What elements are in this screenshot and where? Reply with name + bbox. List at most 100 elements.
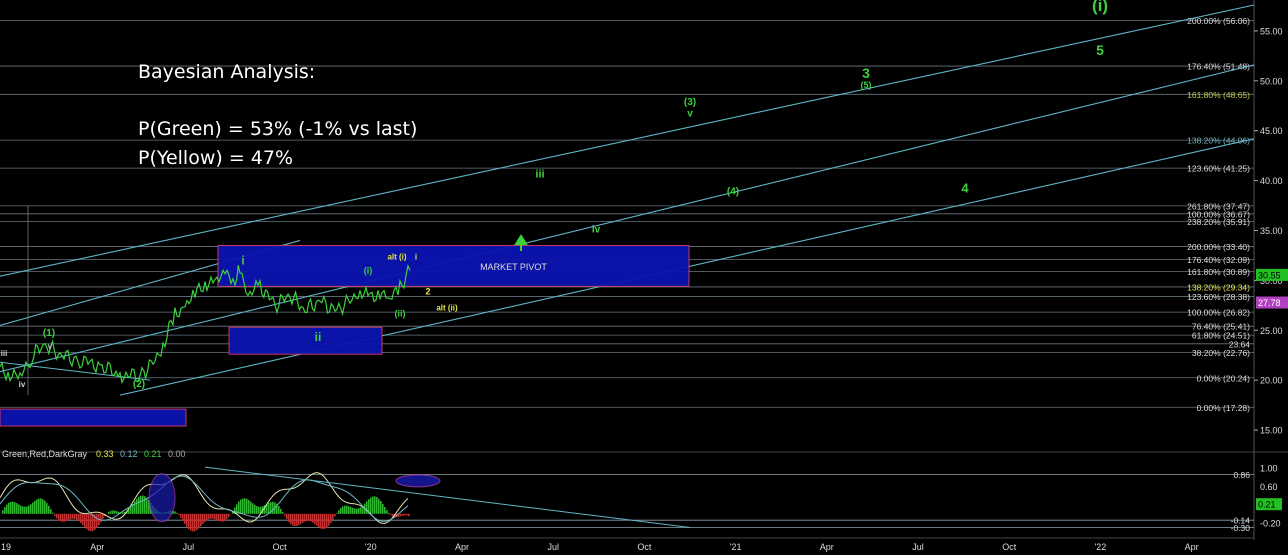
- histogram-bar: [292, 513, 294, 526]
- histogram-bar: [114, 510, 116, 514]
- fib-level-label: 138.20% (29.34): [1187, 282, 1250, 292]
- histogram-bar: [90, 513, 92, 532]
- histogram-bar: [312, 513, 314, 523]
- histogram-bar: [68, 513, 70, 520]
- histogram-bar: [10, 501, 12, 514]
- histogram-bar: [344, 505, 346, 514]
- indicator-value: 0.21: [1258, 500, 1276, 510]
- price-axis-label: 20.00: [1260, 376, 1283, 386]
- histogram-bar: [112, 510, 114, 514]
- histogram-bar: [110, 510, 112, 514]
- indicator-level-label: -0.30: [1231, 523, 1251, 533]
- histogram-bar: [58, 513, 60, 521]
- histogram-bar: [334, 513, 336, 517]
- fib-level-label: 100.00% (26.82): [1187, 308, 1250, 318]
- histogram-bar: [60, 513, 62, 522]
- time-axis-label: Apr: [820, 542, 834, 552]
- histogram-bar: [180, 513, 182, 518]
- histogram-bar: [146, 497, 148, 514]
- histogram-bar: [280, 508, 282, 514]
- green-probability: P(Green) = 53% (-1% vs last): [138, 118, 418, 140]
- histogram-bar: [406, 513, 408, 516]
- histogram-bar: [102, 513, 104, 520]
- fib-level-label: 0.00% (17.28): [1197, 403, 1251, 413]
- histogram-bar: [298, 513, 300, 526]
- histogram-bar: [18, 504, 20, 514]
- histogram-bar: [34, 500, 36, 514]
- histogram-bar: [296, 513, 298, 526]
- histogram-bar: [70, 513, 72, 520]
- histogram-bar: [348, 506, 350, 514]
- fib-level-label: 138.20% (44.06): [1187, 136, 1250, 146]
- histogram-bar: [46, 502, 48, 514]
- histogram-bar: [8, 502, 10, 514]
- fib-level-label: 123.60% (28.38): [1187, 292, 1250, 302]
- histogram-bar: [86, 513, 88, 530]
- histogram-bar: [328, 513, 330, 526]
- wave-label: (2): [133, 379, 145, 390]
- histogram-bar: [38, 498, 40, 514]
- histogram-bar: [122, 512, 124, 514]
- fib-level-label: 176.40% (32.09): [1187, 255, 1250, 265]
- histogram-bar: [306, 513, 308, 522]
- indicator-axis-label: 1.00: [1260, 464, 1278, 474]
- histogram-bar: [48, 505, 50, 514]
- histogram-bar: [116, 511, 118, 514]
- histogram-bar: [40, 498, 42, 514]
- histogram-bar: [228, 513, 230, 518]
- histogram-bar: [386, 510, 388, 514]
- histogram-bar: [186, 513, 188, 527]
- wave-label: 3: [862, 65, 870, 81]
- histogram-bar: [212, 513, 214, 519]
- histogram-bar: [56, 513, 58, 519]
- histogram-bar: [140, 495, 142, 514]
- histogram-bar: [326, 513, 328, 528]
- histogram-bar: [282, 512, 284, 514]
- price-axis-label: 40.00: [1260, 176, 1283, 186]
- histogram-bar: [200, 513, 202, 527]
- histogram-bar: [288, 513, 290, 522]
- histogram-bar: [226, 513, 228, 520]
- time-axis-label: Oct: [273, 542, 288, 552]
- histogram-bar: [316, 513, 318, 526]
- fib-level-label: 238.20% (35.91): [1187, 217, 1250, 227]
- wave-label: alt (i): [387, 252, 406, 261]
- time-axis-label: Jul: [183, 542, 195, 552]
- histogram-bar: [300, 513, 302, 524]
- histogram-bar: [350, 506, 352, 514]
- histogram-bar: [254, 504, 256, 514]
- indicator-axis-label: 0.60: [1260, 482, 1278, 492]
- wave-label: iv: [592, 224, 601, 235]
- histogram-bar: [302, 513, 304, 523]
- wave-label: (4): [727, 187, 739, 198]
- wave-label: v: [48, 342, 53, 351]
- wave-label: alt (ii): [436, 303, 458, 312]
- histogram-bar: [52, 512, 54, 514]
- wave-label: 5: [1096, 42, 1104, 58]
- histogram-bar: [206, 513, 208, 521]
- highlight-ellipse: [148, 473, 176, 523]
- histogram-bar: [224, 513, 226, 521]
- histogram-bar: [136, 498, 138, 514]
- wave-label: (5): [861, 80, 872, 90]
- histogram-bar: [198, 513, 200, 529]
- histogram-bar: [76, 513, 78, 520]
- histogram-bar: [340, 507, 342, 514]
- histogram-bar: [50, 509, 52, 514]
- wave-label: ii: [315, 330, 322, 344]
- target-box: [0, 408, 187, 427]
- histogram-bar: [268, 502, 270, 514]
- histogram-bar: [96, 513, 98, 528]
- price-axis-label: 45.00: [1260, 126, 1283, 136]
- histogram-bar: [324, 513, 326, 529]
- histogram-bar: [54, 513, 56, 516]
- histogram-bar: [74, 513, 76, 519]
- time-axis-label: Apr: [1185, 542, 1199, 552]
- histogram-bar: [30, 504, 32, 514]
- histogram-bar: [222, 513, 224, 522]
- histogram-bar: [84, 513, 86, 528]
- histogram-bar: [370, 497, 372, 514]
- fib-level-label: 123.60% (41.25): [1187, 164, 1250, 174]
- histogram-bar: [336, 513, 338, 514]
- histogram-bar: [188, 513, 190, 530]
